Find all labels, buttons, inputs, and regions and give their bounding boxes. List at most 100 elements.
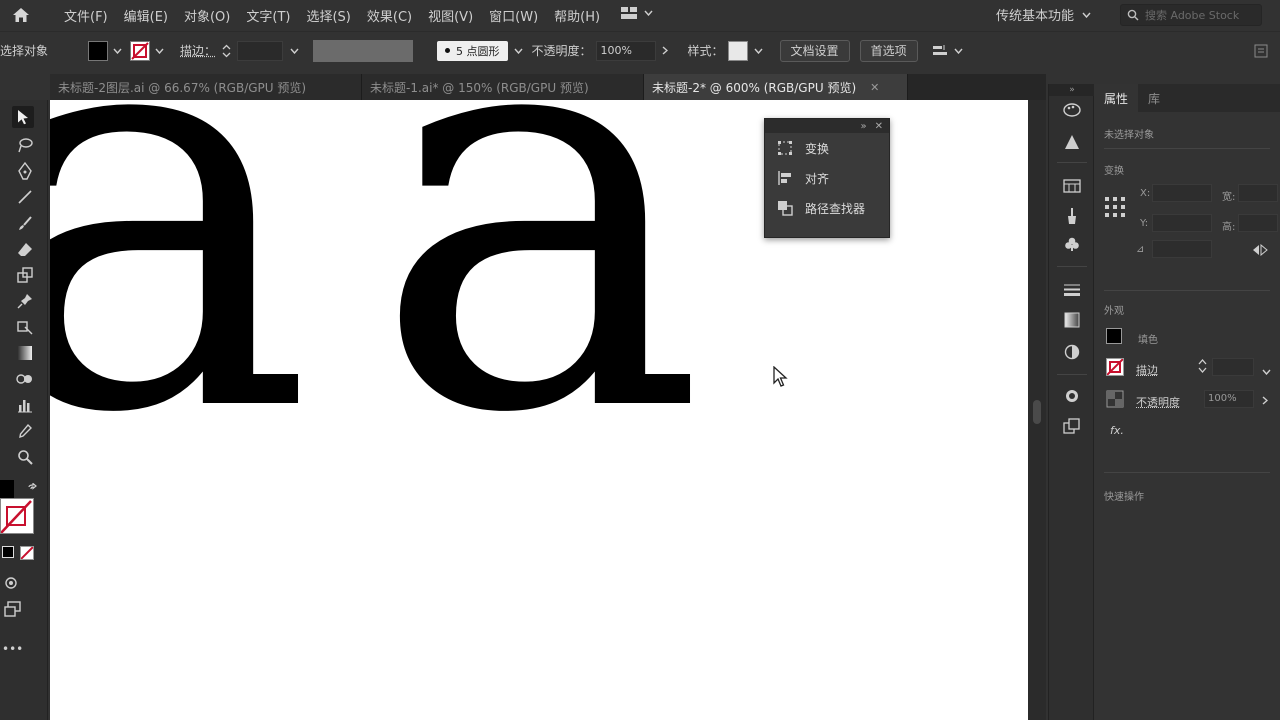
opacity-label[interactable]: 不透明度： (532, 42, 592, 59)
selection-tool[interactable] (12, 106, 34, 128)
swatches-panel-button[interactable] (1061, 176, 1083, 196)
opacity-flyout[interactable] (660, 46, 670, 56)
stroke-label[interactable]: 描边： (180, 42, 216, 59)
stroke-weight-field[interactable] (1212, 358, 1254, 376)
gradient-panel-button[interactable] (1061, 310, 1083, 330)
paintbrush-tool[interactable] (14, 212, 36, 234)
symbols-panel-button[interactable] (1061, 234, 1083, 254)
stroke-weight-stepper[interactable] (1198, 358, 1207, 377)
blend-tool[interactable] (14, 368, 36, 390)
stroke-stepper[interactable] (222, 44, 231, 58)
y-position-field[interactable] (1152, 214, 1212, 232)
tab-libraries[interactable]: 库 (1138, 84, 1170, 112)
menu-help[interactable]: 帮助(H) (554, 6, 600, 25)
color-guide-panel-button[interactable] (1061, 100, 1083, 120)
panel-menu-button[interactable] (1254, 44, 1268, 61)
height-field[interactable] (1238, 214, 1278, 232)
glyph-a-left[interactable]: a (50, 100, 314, 490)
opacity-flyout[interactable] (1262, 394, 1269, 408)
vertical-scrollbar[interactable] (1028, 100, 1046, 720)
graphic-style-swatch[interactable] (727, 40, 748, 61)
tab-document-3[interactable]: 未标题-2* @ 600% (RGB/GPU 预览) ✕ (644, 74, 908, 100)
line-tool[interactable] (14, 186, 36, 208)
brushes-panel-button[interactable] (1061, 206, 1083, 226)
flip-button[interactable] (1252, 243, 1268, 259)
stroke-panel-button[interactable] (1061, 280, 1083, 300)
arrange-documents-button[interactable] (620, 6, 653, 20)
gradient-tool[interactable] (14, 342, 36, 364)
color-button[interactable] (2, 546, 14, 558)
fill-swatch[interactable] (1106, 328, 1122, 344)
screen-mode-button[interactable] (2, 598, 24, 620)
reference-point-selector[interactable] (1104, 196, 1126, 221)
collapse-icon[interactable]: » (860, 121, 866, 132)
stroke-weight-dropdown[interactable] (1262, 364, 1271, 378)
pen-tool[interactable] (14, 160, 36, 182)
dock-collapse-icon[interactable]: » (1049, 84, 1095, 96)
shape-builder-tool[interactable] (14, 316, 36, 338)
menu-type[interactable]: 文字(T) (246, 6, 290, 25)
menu-edit[interactable]: 编辑(E) (124, 6, 168, 25)
opacity-field[interactable]: 100% (595, 40, 656, 61)
menu-effect[interactable]: 效果(C) (367, 6, 412, 25)
preferences-button[interactable]: 首选项 (859, 39, 918, 62)
workspace-switcher[interactable]: 传统基本功能 (996, 5, 1091, 24)
puppet-warp-tool[interactable] (14, 290, 36, 312)
variable-width-profile[interactable] (313, 39, 414, 62)
color-panel-button[interactable] (1061, 132, 1083, 152)
draw-mode-button[interactable] (0, 572, 22, 594)
brush-definition[interactable]: 5 点圆形 (437, 40, 508, 61)
graphic-styles-icon (1063, 418, 1080, 434)
tab-document-1[interactable]: 未标题-2图层.ai @ 66.67% (RGB/GPU 预览) (50, 74, 362, 100)
menu-object[interactable]: 对象(O) (184, 6, 230, 25)
stroke-swatch[interactable] (1106, 358, 1124, 376)
tab-document-2[interactable]: 未标题-1.ai* @ 150% (RGB/GPU 预览) (362, 74, 644, 100)
lasso-tool[interactable] (14, 134, 36, 156)
none-button[interactable] (20, 546, 34, 560)
swap-fill-stroke-button[interactable] (22, 478, 44, 500)
panel-header[interactable]: » ✕ (765, 119, 889, 133)
section-divider (1104, 472, 1270, 473)
fx-icon[interactable]: fx. (1110, 424, 1124, 437)
eyedropper-tool[interactable] (14, 420, 36, 442)
align-options-button[interactable] (932, 44, 963, 58)
panel-item-transform[interactable]: 变换 (765, 133, 889, 163)
opacity-label[interactable]: 不透明度 (1136, 394, 1180, 410)
panel-item-pathfinder[interactable]: 路径查找器 (765, 193, 889, 223)
rotate-field[interactable] (1152, 240, 1212, 258)
menu-window[interactable]: 窗口(W) (489, 6, 538, 25)
fill-swatch[interactable] (88, 40, 108, 61)
zoom-tool[interactable] (14, 446, 36, 468)
x-position-field[interactable] (1152, 184, 1212, 202)
menu-view[interactable]: 视图(V) (428, 6, 473, 25)
opacity-field[interactable]: 100% (1204, 390, 1254, 408)
menu-select[interactable]: 选择(S) (306, 6, 350, 25)
stroke-dropdown[interactable] (154, 46, 164, 56)
stock-search-input[interactable]: 搜索 Adobe Stock (1120, 4, 1262, 26)
graphic-styles-panel-button[interactable] (1061, 416, 1083, 436)
scale-tool[interactable] (14, 264, 36, 286)
glyph-a-right[interactable]: a (372, 100, 706, 490)
column-graph-tool[interactable] (14, 394, 36, 416)
home-button[interactable] (0, 0, 42, 30)
style-dropdown[interactable] (754, 46, 764, 56)
stroke-weight-dropdown[interactable] (289, 46, 299, 56)
stroke-swatch[interactable] (130, 40, 150, 61)
fill-dropdown[interactable] (112, 46, 122, 56)
close-icon[interactable]: ✕ (870, 81, 879, 94)
transparency-panel-button[interactable] (1061, 342, 1083, 362)
tab-properties[interactable]: 属性 (1094, 84, 1139, 112)
stroke-weight-field[interactable] (237, 40, 284, 61)
edit-toolbar-icon[interactable]: ••• (2, 642, 23, 656)
stroke-label[interactable]: 描边 (1136, 362, 1158, 378)
panel-item-align[interactable]: 对齐 (765, 163, 889, 193)
close-icon[interactable]: ✕ (875, 121, 883, 132)
stroke-color-swatch[interactable] (0, 498, 34, 534)
width-field[interactable] (1238, 184, 1278, 202)
eraser-tool[interactable] (14, 238, 36, 260)
scrollbar-thumb[interactable] (1033, 400, 1041, 424)
document-setup-button[interactable]: 文档设置 (779, 39, 850, 62)
brush-dropdown[interactable] (514, 46, 524, 56)
menu-file[interactable]: 文件(F) (64, 6, 108, 25)
appearance-panel-button[interactable] (1061, 386, 1083, 406)
